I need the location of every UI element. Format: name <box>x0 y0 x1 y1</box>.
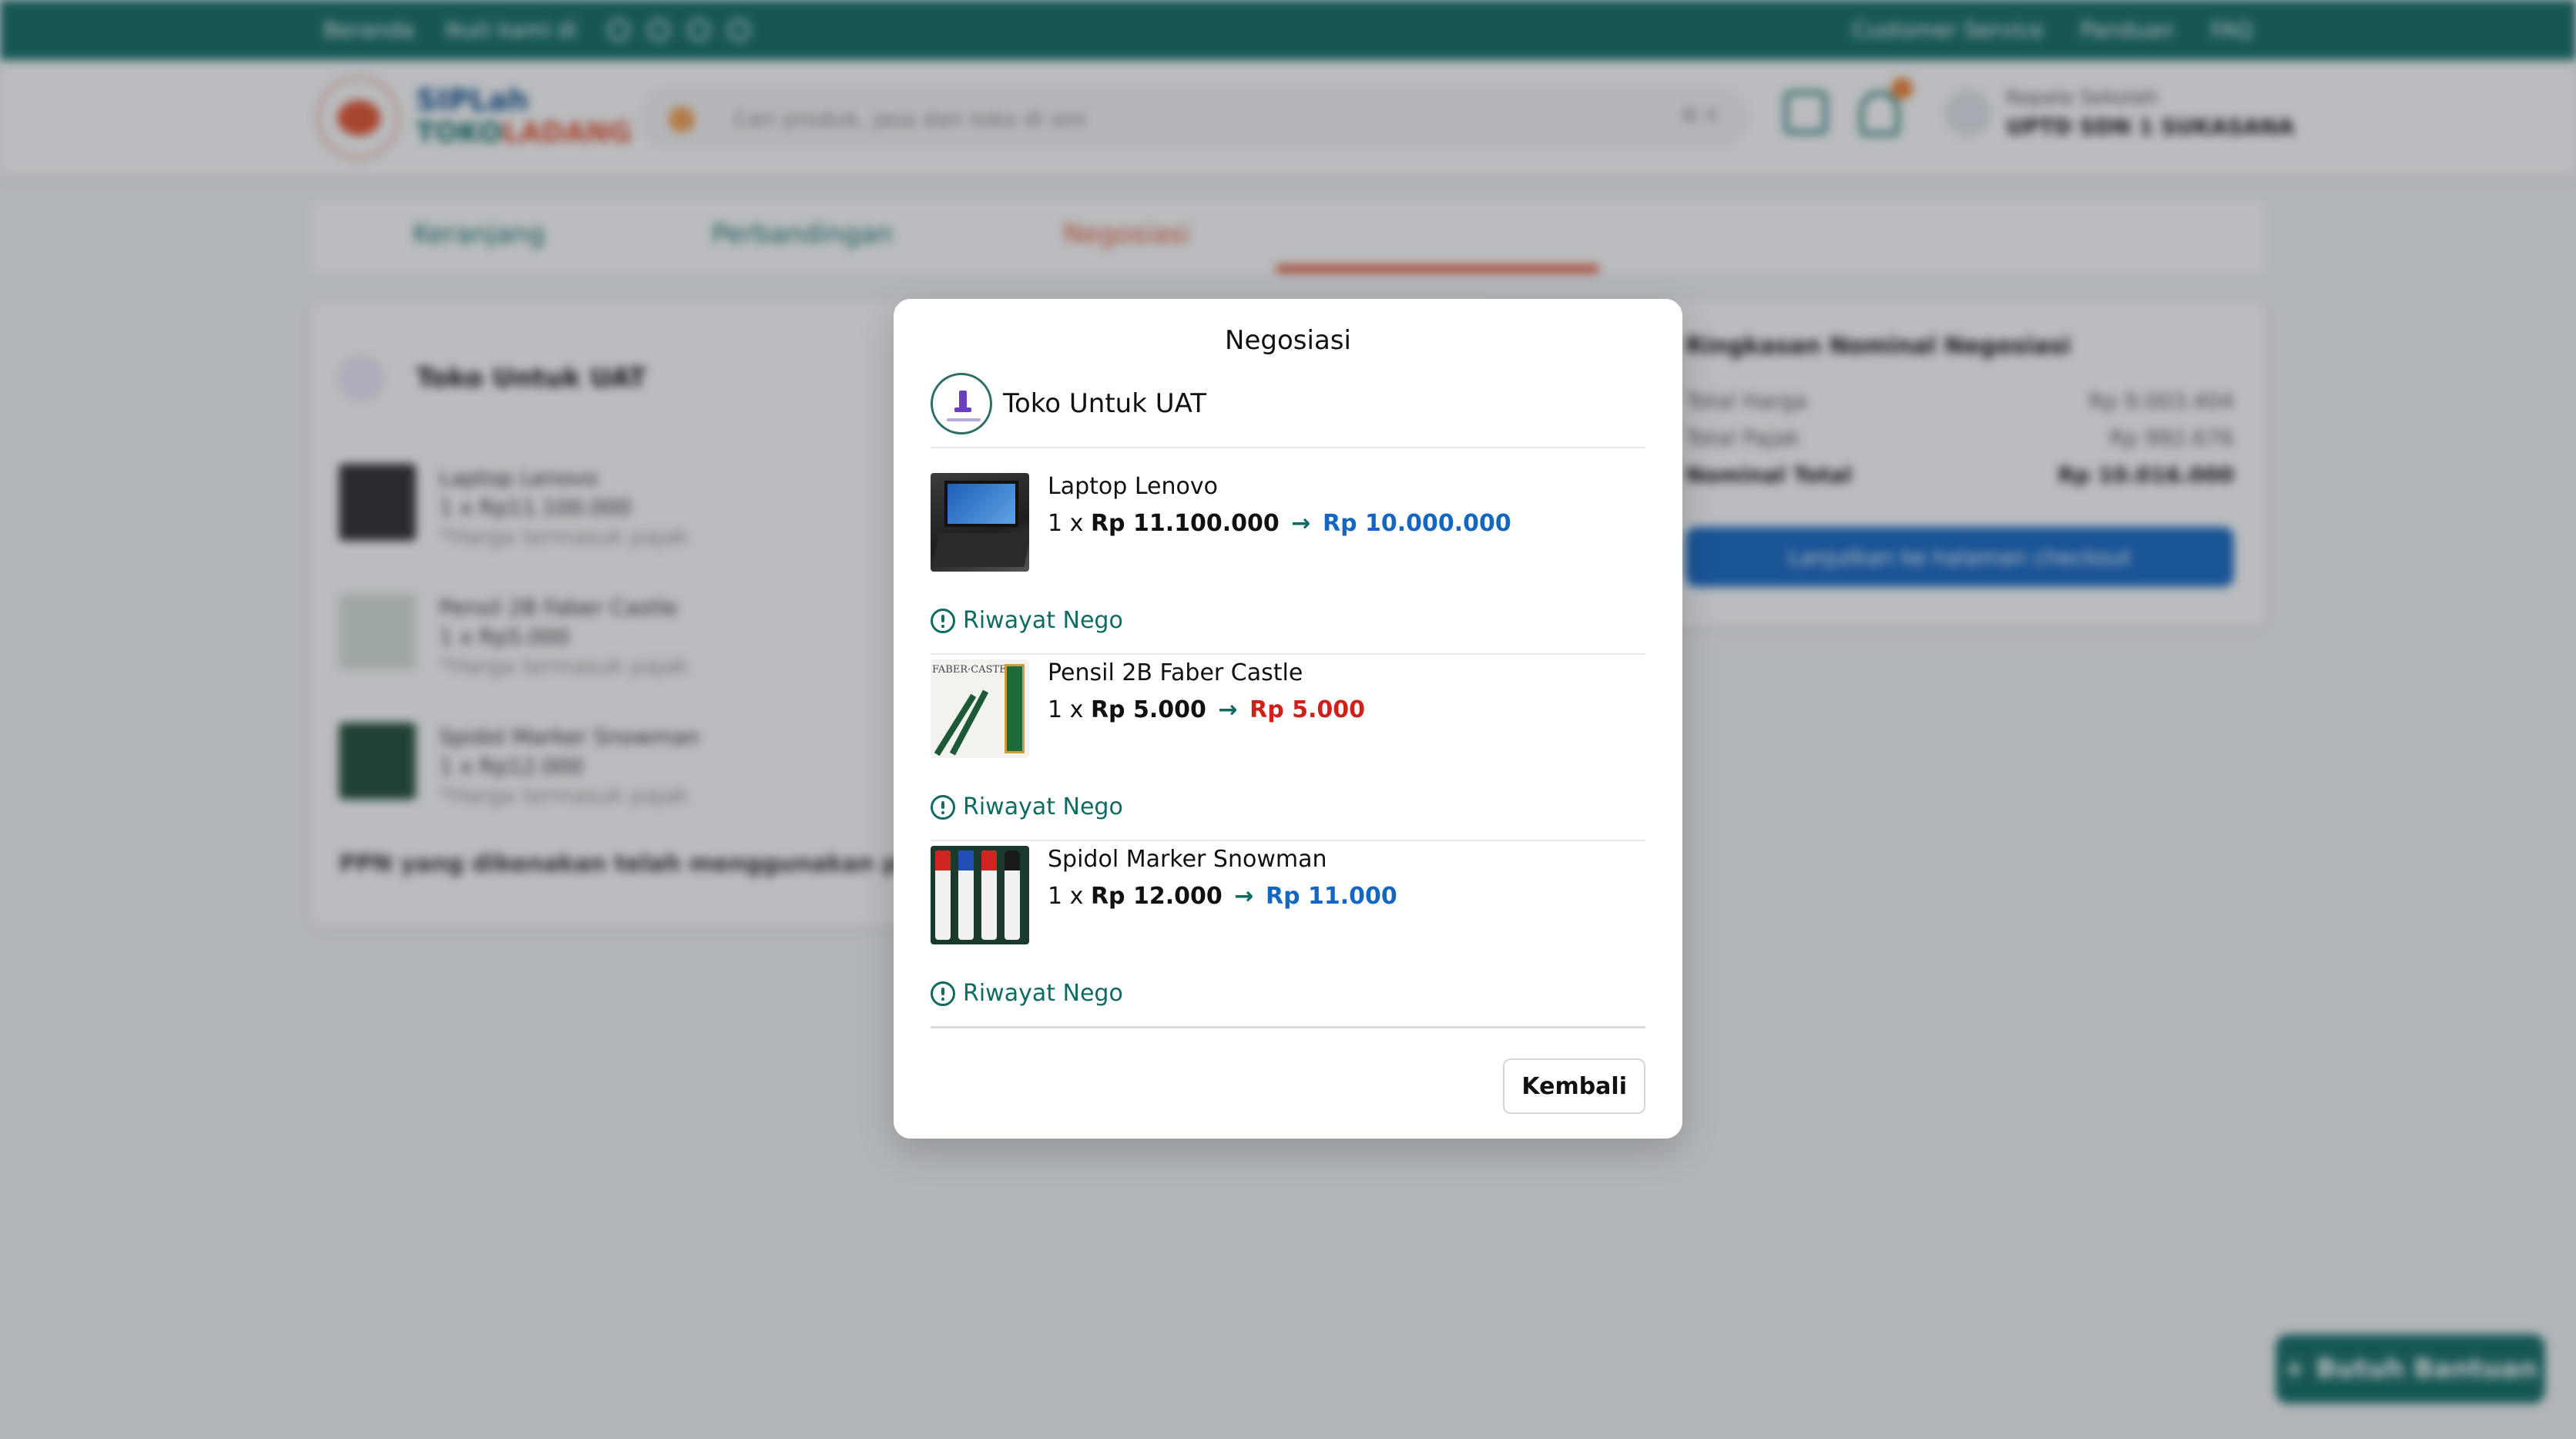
riwayat-nego-link[interactable]: Riwayat Nego <box>931 793 1123 820</box>
negotiation-item: Laptop Lenovo 1 x Rp 11.100.000 → Rp 10.… <box>931 473 1645 634</box>
qty: 1 x <box>1048 696 1084 723</box>
negotiation-modal: Negosiasi Toko Untuk UAT Laptop Lenovo 1… <box>894 299 1682 1139</box>
modal-title: Negosiasi <box>1225 325 1351 356</box>
product-name: Spidol Marker Snowman <box>1048 846 1327 873</box>
divider <box>931 653 1645 655</box>
product-image-laptop <box>931 473 1029 572</box>
modal-store-header: Toko Untuk UAT <box>931 373 1206 434</box>
info-icon <box>931 794 955 820</box>
qty: 1 x <box>1048 883 1084 910</box>
product-image-marker <box>931 846 1029 944</box>
info-icon <box>931 981 955 1006</box>
negotiated-price: Rp 11.000 <box>1265 883 1397 910</box>
price-line: 1 x Rp 5.000 → Rp 5.000 <box>1048 696 1365 723</box>
riwayat-nego-link[interactable]: Riwayat Nego <box>931 980 1123 1007</box>
price-line: 1 x Rp 12.000 → Rp 11.000 <box>1048 883 1397 910</box>
price-line: 1 x Rp 11.100.000 → Rp 10.000.000 <box>1048 510 1511 537</box>
modal-store-name: Toko Untuk UAT <box>1003 388 1206 419</box>
original-price: Rp 12.000 <box>1090 883 1223 910</box>
negotiation-item: Spidol Marker Snowman 1 x Rp 12.000 → Rp… <box>931 846 1645 1007</box>
negotiated-price: Rp 10.000.000 <box>1322 510 1511 537</box>
arrow-right-icon: → <box>1234 883 1254 910</box>
arrow-right-icon: → <box>1291 510 1311 537</box>
qty: 1 x <box>1048 510 1084 537</box>
arrow-right-icon: → <box>1218 696 1238 723</box>
original-price: Rp 5.000 <box>1090 696 1206 723</box>
info-icon <box>931 608 955 633</box>
product-name: Laptop Lenovo <box>1048 473 1218 500</box>
store-logo-icon <box>931 373 992 434</box>
riwayat-nego-label: Riwayat Nego <box>963 607 1123 634</box>
divider <box>931 840 1645 841</box>
riwayat-nego-label: Riwayat Nego <box>963 793 1123 820</box>
negotiated-price: Rp 5.000 <box>1249 696 1366 723</box>
riwayat-nego-label: Riwayat Nego <box>963 980 1123 1007</box>
product-image-pencil: FABER·CASTELL <box>931 659 1029 758</box>
back-button[interactable]: Kembali <box>1503 1058 1645 1114</box>
product-name: Pensil 2B Faber Castle <box>1048 659 1303 686</box>
divider <box>931 447 1645 448</box>
riwayat-nego-link[interactable]: Riwayat Nego <box>931 607 1123 634</box>
original-price: Rp 11.100.000 <box>1090 510 1280 537</box>
divider <box>931 1026 1645 1028</box>
negotiation-item: FABER·CASTELL Pensil 2B Faber Castle 1 x… <box>931 659 1645 820</box>
